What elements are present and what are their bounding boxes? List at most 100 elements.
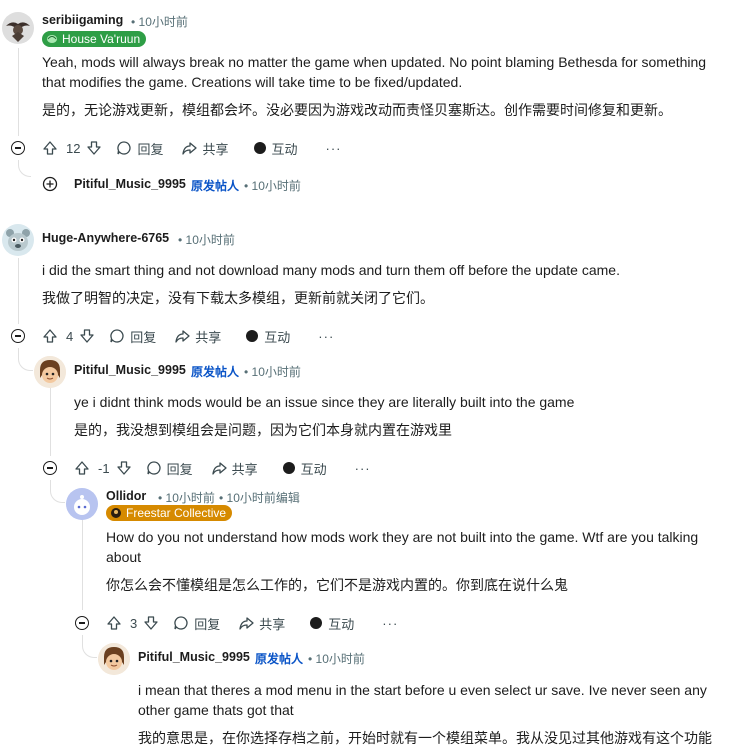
more-icon: ···: [318, 328, 335, 344]
vote-count: -1: [98, 460, 110, 476]
more-options-button[interactable]: ···: [326, 141, 342, 156]
comment-body: ye i didnt think mods would be an issue …: [74, 394, 575, 410]
avatar[interactable]: [2, 224, 34, 256]
downvote-button[interactable]: [79, 328, 95, 344]
award-button[interactable]: 互动: [309, 614, 354, 633]
avatar[interactable]: [66, 488, 98, 520]
thread-line: [82, 635, 97, 658]
comment-translation: 我做了明智的决定，没有下载太多模组，更新前就关闭了它们。: [42, 290, 434, 306]
thread-line: [18, 348, 33, 371]
downvote-button[interactable]: [86, 140, 102, 156]
upvote-icon: [107, 616, 121, 630]
award-button[interactable]: 互动: [253, 139, 298, 158]
share-button[interactable]: 共享: [238, 614, 285, 633]
comment-time: • 10小时前: [178, 233, 235, 247]
share-button[interactable]: 共享: [211, 459, 258, 478]
reply-button[interactable]: 回复: [116, 139, 163, 158]
share-label: 共享: [202, 141, 229, 157]
upvote-button[interactable]: [42, 328, 58, 344]
downvote-icon: [116, 461, 131, 475]
comment-action-bar: 3 回复 共享 互动 ···: [106, 611, 398, 635]
upvote-button[interactable]: [42, 140, 58, 156]
award-icon: [282, 462, 295, 474]
comment-time: • 10小时前: [244, 365, 301, 379]
comment-icon: [117, 141, 132, 155]
more-options-button[interactable]: ···: [318, 329, 334, 344]
more-icon: ···: [354, 460, 371, 476]
award-button[interactable]: 互动: [282, 459, 327, 478]
flair-label: House Va'ruun: [62, 32, 141, 46]
share-icon: [175, 330, 190, 343]
avatar[interactable]: [98, 643, 130, 675]
share-button[interactable]: 共享: [181, 139, 229, 158]
upvote-icon: [43, 141, 57, 155]
flair-icon: [111, 508, 121, 518]
comment-action-bar: 12 回复 共享 互动 ···: [42, 136, 342, 160]
collapse-thread-button[interactable]: [11, 141, 25, 155]
share-label: 共享: [195, 329, 222, 345]
downvote-icon: [80, 329, 94, 343]
comment-icon: [146, 461, 161, 475]
share-icon: [239, 617, 254, 630]
downvote-icon: [144, 616, 158, 630]
award-icon: [253, 142, 266, 154]
upvote-icon: [43, 329, 57, 343]
comment-author[interactable]: Pitiful_Music_9995: [138, 650, 250, 664]
expand-reply-button[interactable]: [42, 176, 58, 192]
reply-button[interactable]: 回复: [173, 614, 220, 633]
award-label: 互动: [264, 329, 291, 345]
comment-time: • 10小时前: [131, 15, 188, 29]
comment-action-bar: -1 回复 共享 互动 ···: [74, 456, 371, 480]
vote-count: 3: [130, 615, 138, 631]
flair-icon: [47, 35, 57, 43]
comment-body: Yeah, mods will always break no matter t…: [42, 54, 707, 90]
comment-time: • 10小时前: [244, 179, 301, 193]
comment-author[interactable]: seribiigaming: [42, 13, 123, 27]
reply-label: 回复: [137, 141, 164, 157]
op-badge: 原发帖人: [191, 365, 240, 379]
comment-author[interactable]: Huge-Anywhere-6765: [42, 231, 169, 245]
comment-author[interactable]: Ollidor: [106, 489, 146, 503]
reply-button[interactable]: 回复: [146, 459, 193, 478]
share-icon: [182, 142, 198, 155]
avatar[interactable]: [34, 356, 66, 388]
upvote-button[interactable]: [74, 460, 90, 476]
comment-translation: 是的，无论游戏更新，模组都会坏。没必要因为游戏改动而责怪贝塞斯达。创作需要时间修…: [42, 102, 672, 118]
user-flair: Freestar Collective: [106, 505, 233, 521]
downvote-icon: [87, 141, 102, 155]
comment-body: How do you not understand how mods work …: [106, 529, 699, 565]
more-icon: ···: [382, 615, 399, 631]
flair-label: Freestar Collective: [126, 506, 227, 520]
more-options-button[interactable]: ···: [355, 461, 371, 476]
comment-icon: [174, 616, 188, 630]
comment-author[interactable]: Pitiful_Music_9995: [74, 177, 186, 191]
collapse-thread-button[interactable]: [75, 616, 89, 630]
downvote-button[interactable]: [116, 460, 132, 476]
share-icon: [211, 462, 227, 475]
upvote-button[interactable]: [106, 615, 122, 631]
comment-translation: 是的，我没想到模组会是问题，因为它们本身就内置在游戏里: [74, 422, 452, 438]
award-label: 互动: [328, 616, 355, 632]
thread-line: [82, 520, 83, 610]
comment-time: • 10小时前: [308, 652, 365, 666]
award-icon: [246, 330, 259, 342]
edited-label: • 10小时前编辑: [219, 491, 300, 505]
upvote-icon: [75, 461, 89, 475]
comment-author[interactable]: Pitiful_Music_9995: [74, 363, 186, 377]
award-label: 互动: [300, 461, 327, 477]
share-button[interactable]: 共享: [174, 327, 221, 346]
collapse-thread-button[interactable]: [43, 461, 57, 475]
reply-label: 回复: [166, 461, 193, 477]
award-label: 互动: [271, 141, 298, 157]
comment-translation: 我的意思是，在你选择存档之前，开始时就有一个模组菜单。我从没见过其他游戏有这个功…: [138, 730, 712, 746]
reply-button[interactable]: 回复: [109, 327, 156, 346]
award-icon: [310, 617, 323, 629]
collapse-thread-button[interactable]: [11, 329, 25, 343]
thread-line: [50, 388, 51, 456]
downvote-button[interactable]: [143, 615, 159, 631]
user-flair: House Va'ruun: [42, 31, 147, 47]
avatar[interactable]: [2, 12, 34, 44]
expand-plus-icon: [42, 176, 58, 192]
more-options-button[interactable]: ···: [382, 616, 398, 631]
award-button[interactable]: 互动: [245, 327, 290, 346]
